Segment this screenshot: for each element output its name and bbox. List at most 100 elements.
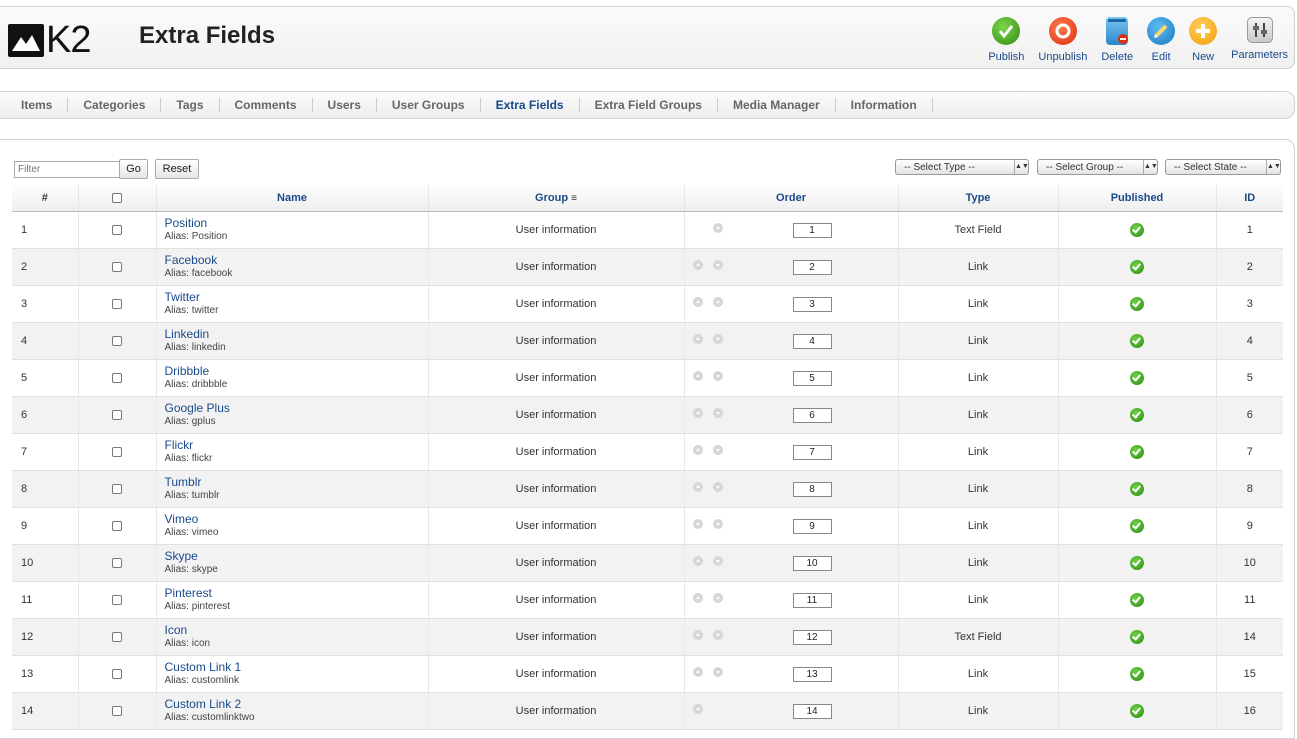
tab-items[interactable]: Items	[6, 98, 69, 112]
go-button[interactable]: Go	[119, 159, 148, 179]
move-up-icon[interactable]	[692, 334, 703, 344]
publish-button[interactable]: Publish	[988, 17, 1024, 63]
published-check-icon[interactable]	[1130, 482, 1144, 496]
order-input[interactable]: 8	[792, 482, 832, 497]
published-check-icon[interactable]	[1130, 297, 1144, 311]
tab-users[interactable]: Users	[313, 98, 377, 112]
order-input[interactable]: 9	[792, 519, 832, 534]
edit-button[interactable]: Edit	[1147, 17, 1176, 63]
published-check-icon[interactable]	[1130, 593, 1144, 607]
row-checkbox[interactable]	[112, 225, 122, 236]
order-input[interactable]: 13	[792, 667, 832, 682]
delete-button[interactable]: Delete	[1101, 17, 1133, 63]
order-input[interactable]: 3	[792, 297, 832, 312]
move-up-icon[interactable]	[692, 667, 703, 677]
published-check-icon[interactable]	[1130, 556, 1144, 570]
move-up-icon[interactable]	[692, 408, 703, 418]
column-header-published[interactable]: Published	[1057, 185, 1216, 212]
move-down-icon[interactable]	[712, 519, 723, 529]
move-up-icon[interactable]	[692, 297, 703, 307]
move-up-icon[interactable]	[692, 593, 703, 603]
select-group-dropdown[interactable]: -- Select Group -- ▲▼	[1037, 159, 1158, 175]
select-type-dropdown[interactable]: -- Select Type -- ▲▼	[895, 159, 1029, 175]
field-name-link[interactable]: Linkedin	[165, 328, 428, 341]
row-checkbox[interactable]	[112, 521, 122, 532]
published-check-icon[interactable]	[1130, 260, 1144, 274]
column-header-group[interactable]: Group ≡	[427, 185, 684, 212]
parameters-button[interactable]: Parameters	[1231, 17, 1288, 63]
move-up-icon[interactable]	[692, 519, 703, 529]
field-name-link[interactable]: Vimeo	[165, 513, 428, 526]
order-input[interactable]: 10	[792, 556, 832, 571]
row-checkbox[interactable]	[112, 373, 122, 384]
field-name-link[interactable]: Position	[165, 217, 428, 230]
published-check-icon[interactable]	[1130, 667, 1144, 681]
order-input[interactable]: 2	[792, 260, 832, 275]
move-down-icon[interactable]	[712, 445, 723, 455]
row-checkbox[interactable]	[112, 558, 122, 569]
field-name-link[interactable]: Twitter	[165, 291, 428, 304]
row-checkbox[interactable]	[112, 447, 122, 458]
select-all-checkbox[interactable]	[112, 193, 122, 204]
column-header-id[interactable]: ID	[1215, 185, 1283, 212]
field-name-link[interactable]: Pinterest	[165, 587, 428, 600]
move-up-icon[interactable]	[692, 371, 703, 381]
field-name-link[interactable]: Dribbble	[165, 365, 428, 378]
move-down-icon[interactable]	[712, 556, 723, 566]
tab-information[interactable]: Information	[836, 98, 933, 112]
move-down-icon[interactable]	[712, 223, 723, 233]
published-check-icon[interactable]	[1130, 445, 1144, 459]
tab-user-groups[interactable]: User Groups	[377, 98, 481, 112]
move-up-icon[interactable]	[692, 482, 703, 492]
row-checkbox[interactable]	[112, 484, 122, 495]
published-check-icon[interactable]	[1130, 519, 1144, 533]
order-input[interactable]: 6	[792, 408, 832, 423]
move-up-icon[interactable]	[692, 630, 703, 640]
field-name-link[interactable]: Tumblr	[165, 476, 428, 489]
tab-tags[interactable]: Tags	[161, 98, 220, 112]
column-header-type[interactable]: Type	[897, 185, 1058, 212]
column-header-name[interactable]: Name	[155, 185, 428, 212]
row-checkbox[interactable]	[112, 299, 122, 310]
move-up-icon[interactable]	[692, 260, 703, 270]
column-header-order[interactable]: Order	[683, 185, 898, 212]
order-input[interactable]: 5	[792, 371, 832, 386]
field-name-link[interactable]: Skype	[165, 550, 428, 563]
field-name-link[interactable]: Facebook	[165, 254, 428, 267]
move-down-icon[interactable]	[712, 408, 723, 418]
published-check-icon[interactable]	[1130, 408, 1144, 422]
order-input[interactable]: 1	[792, 223, 832, 238]
row-checkbox[interactable]	[112, 669, 122, 680]
row-checkbox[interactable]	[112, 262, 122, 273]
published-check-icon[interactable]	[1130, 334, 1144, 348]
published-check-icon[interactable]	[1130, 223, 1144, 237]
move-down-icon[interactable]	[712, 667, 723, 677]
field-name-link[interactable]: Flickr	[165, 439, 428, 452]
move-up-icon[interactable]	[692, 445, 703, 455]
published-check-icon[interactable]	[1130, 630, 1144, 644]
move-down-icon[interactable]	[712, 371, 723, 381]
move-down-icon[interactable]	[712, 297, 723, 307]
row-checkbox[interactable]	[112, 336, 122, 347]
row-checkbox[interactable]	[112, 410, 122, 421]
row-checkbox[interactable]	[112, 632, 122, 643]
published-check-icon[interactable]	[1130, 704, 1144, 718]
field-name-link[interactable]: Google Plus	[165, 402, 428, 415]
move-down-icon[interactable]	[712, 260, 723, 270]
move-down-icon[interactable]	[712, 334, 723, 344]
order-input[interactable]: 12	[792, 630, 832, 645]
new-button[interactable]: New	[1189, 17, 1218, 63]
order-input[interactable]: 14	[792, 704, 832, 719]
unpublish-button[interactable]: Unpublish	[1038, 17, 1087, 63]
filter-input[interactable]	[14, 161, 120, 178]
tab-comments[interactable]: Comments	[220, 98, 313, 112]
tab-media-manager[interactable]: Media Manager	[718, 98, 836, 112]
order-input[interactable]: 11	[792, 593, 832, 608]
reset-button[interactable]: Reset	[155, 159, 199, 179]
field-name-link[interactable]: Custom Link 1	[165, 661, 428, 674]
move-down-icon[interactable]	[712, 630, 723, 640]
select-state-dropdown[interactable]: -- Select State -- ▲▼	[1165, 159, 1281, 175]
tab-extra-fields[interactable]: Extra Fields	[481, 98, 580, 112]
published-check-icon[interactable]	[1130, 371, 1144, 385]
field-name-link[interactable]: Icon	[165, 624, 428, 637]
